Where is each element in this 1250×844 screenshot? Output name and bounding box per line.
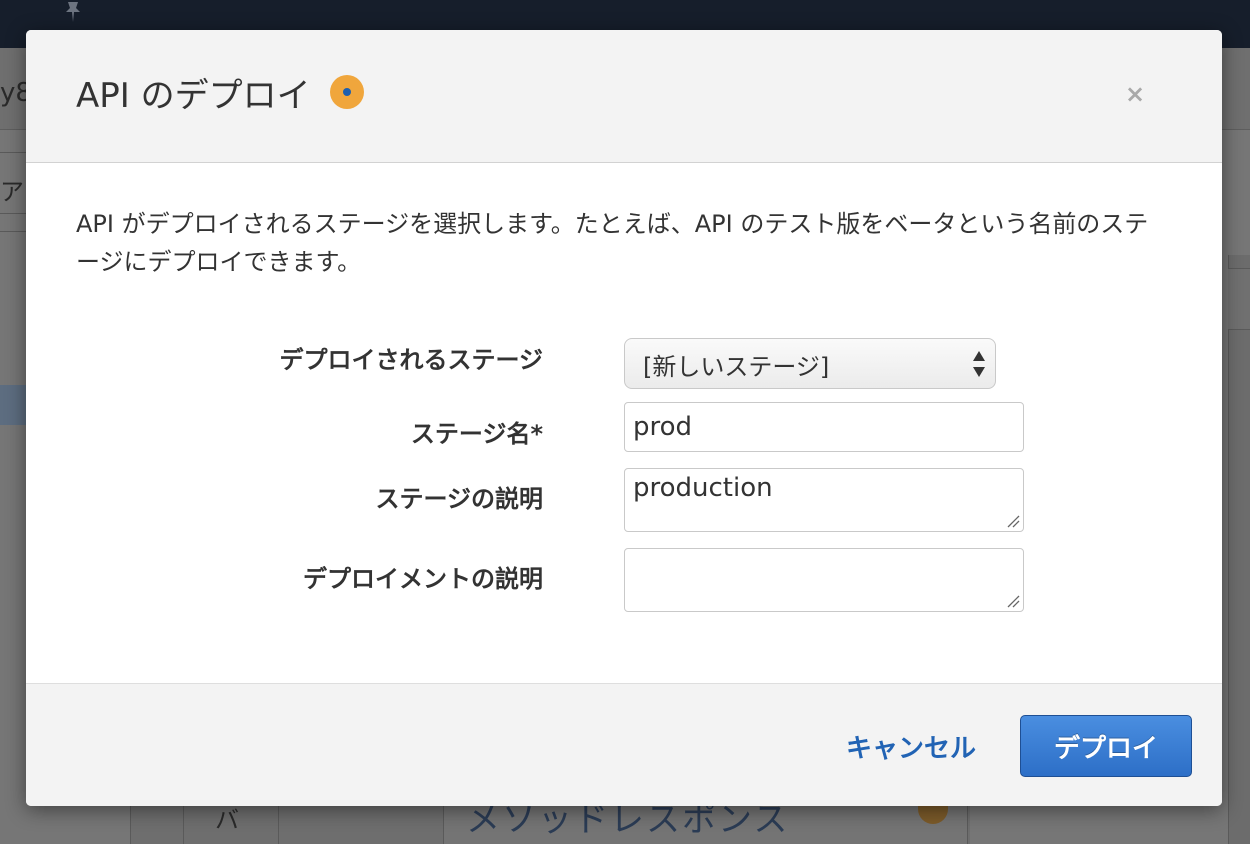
resize-handle-icon[interactable] (1006, 514, 1020, 528)
dialog-footer: キャンセル デプロイ (26, 683, 1222, 806)
stage-name-label: ステージ名* (410, 420, 543, 448)
background-selected-row (0, 385, 26, 425)
deployment-stage-label: デプロイされるステージ (279, 346, 543, 374)
stage-description-textarea[interactable]: production (624, 468, 1024, 532)
resize-handle-icon[interactable] (1006, 594, 1020, 608)
deploy-button[interactable]: デプロイ (1020, 715, 1192, 777)
dialog-description: API がデプロイされるステージを選択します。たとえば、API のテスト版をベー… (76, 210, 1149, 276)
select-arrows-icon (973, 351, 985, 377)
stage-description-label: ステージの説明 (375, 485, 543, 513)
dialog-title: API のデプロイ (76, 76, 311, 116)
background-divider (0, 231, 26, 232)
deployment-stage-select[interactable]: [新しいステージ] (624, 338, 996, 389)
deployment-description-textarea[interactable] (624, 548, 1024, 612)
background-right-panel (1228, 255, 1250, 844)
pin-icon[interactable] (60, 0, 86, 24)
close-icon[interactable]: × (1125, 80, 1145, 108)
background-divider (0, 152, 26, 153)
deployment-description-label: デプロイメントの説明 (303, 565, 543, 593)
info-icon[interactable] (330, 75, 364, 109)
stage-name-input[interactable] (624, 402, 1024, 452)
background-right-panel-row (1228, 268, 1250, 330)
cancel-button[interactable]: キャンセル (846, 728, 976, 765)
dialog-header: API のデプロイ × (26, 30, 1222, 163)
deployment-stage-value: [新しいステージ] (643, 353, 830, 381)
background-divider (0, 213, 26, 214)
deploy-api-dialog: API のデプロイ × API がデプロイされるステージを選択します。たとえば、… (26, 30, 1222, 806)
